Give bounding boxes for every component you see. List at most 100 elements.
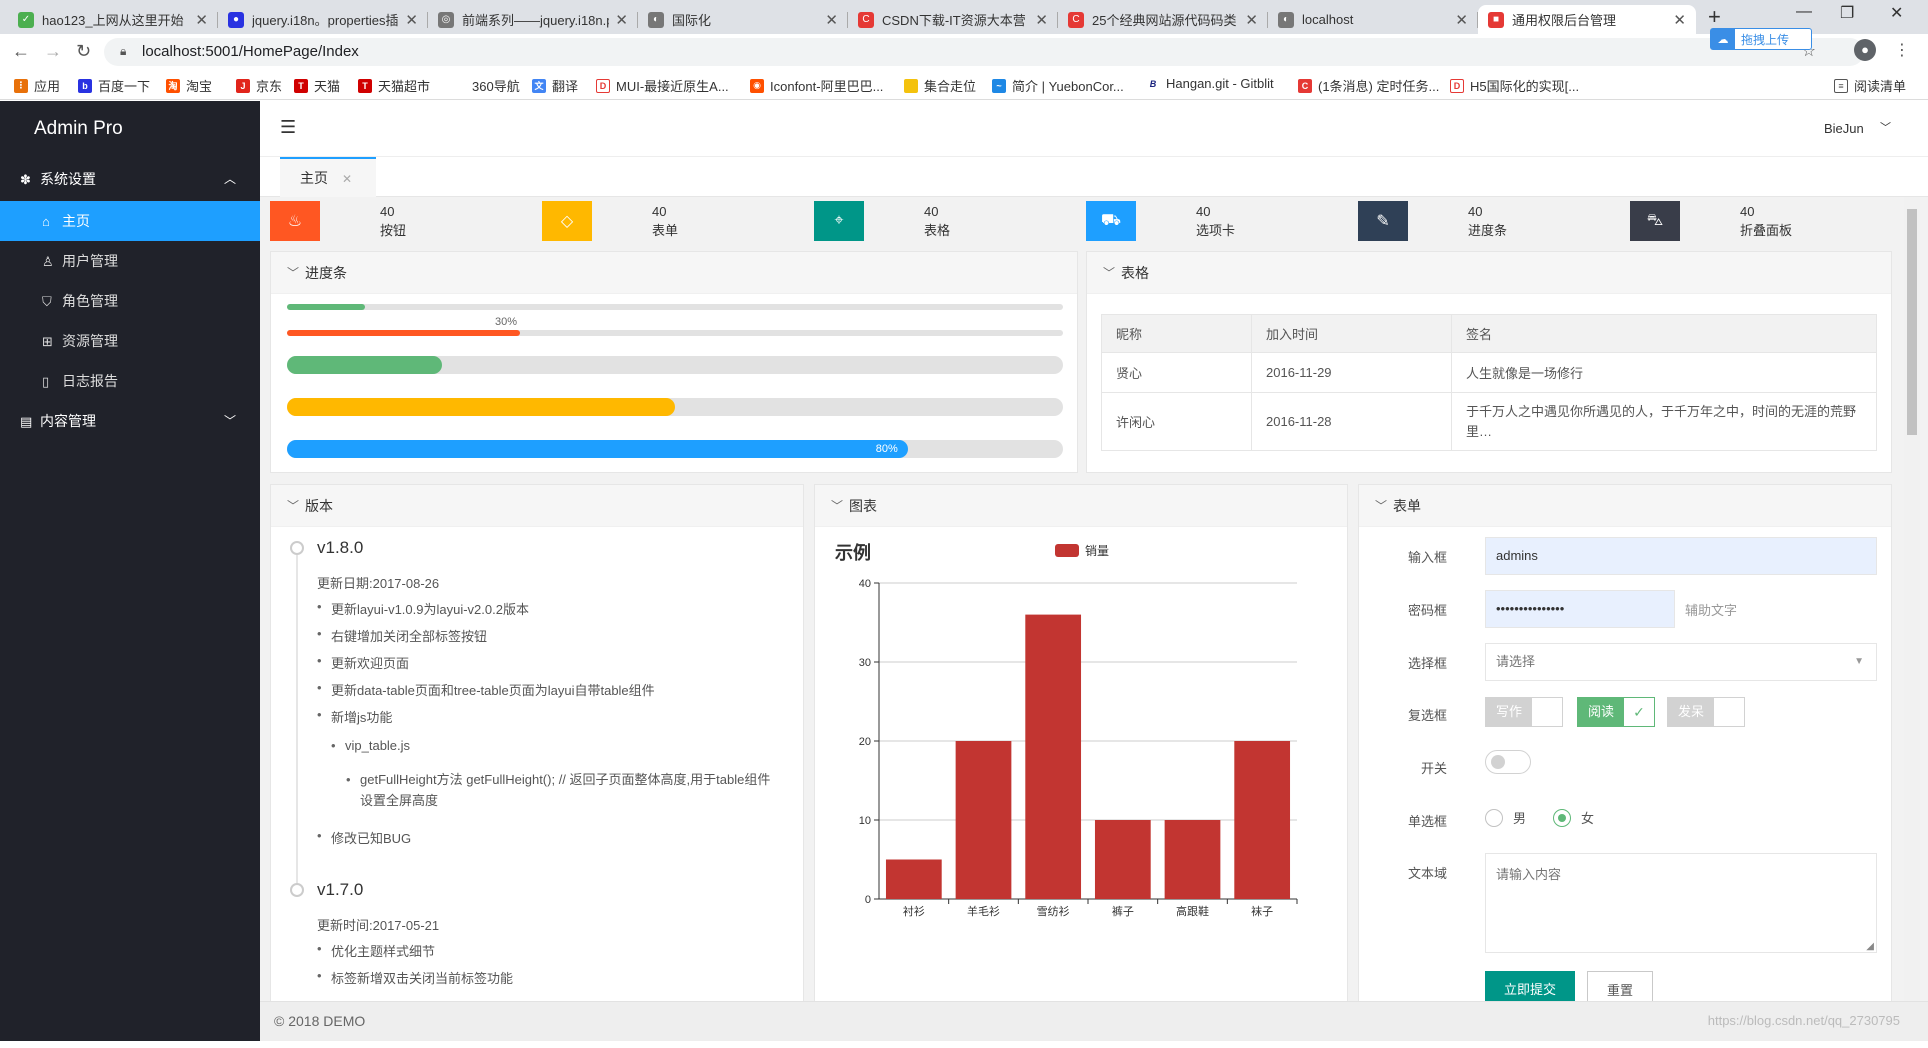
radio-male[interactable]: 男 <box>1485 808 1526 827</box>
chevron-down-icon: ﹀ <box>1103 266 1116 280</box>
browser-tab-active[interactable]: ■ 通用权限后台管理 ✕ <box>1478 5 1696 34</box>
back-arrow-icon[interactable]: ← <box>12 41 30 62</box>
bar <box>1234 741 1291 899</box>
resize-handle-icon[interactable]: ◢ <box>1866 941 1874 952</box>
minimize-button[interactable]: — <box>1796 3 1812 21</box>
checkbox-daydream[interactable]: 发呆 <box>1667 697 1745 727</box>
close-icon[interactable]: ✕ <box>1245 11 1258 29</box>
sidebar-item-logs[interactable]: ▯ 日志报告 <box>0 361 260 401</box>
close-icon[interactable]: ✕ <box>1673 11 1686 29</box>
tab-title: 25个经典网站源代码码类 <box>1092 13 1237 28</box>
bookmark-item[interactable]: 文翻译 <box>532 76 578 95</box>
stat-card[interactable]: ✎ 40 进度条 <box>1358 201 1620 241</box>
baidu-upload-widget[interactable]: ☁ 拖拽上传 <box>1710 28 1812 50</box>
bookmark-item[interactable]: ~ 简介 | YuebonCor... <box>992 76 1124 95</box>
card-header[interactable]: ﹀ 版本 <box>271 485 803 527</box>
bookmark-item[interactable]: b 百度一下 <box>78 76 150 95</box>
checkbox-group: 写作 阅读 ✓ 发呆 <box>1485 697 1785 729</box>
close-window-button[interactable]: ✕ <box>1890 3 1903 23</box>
page-tabs: 主页 ✕ <box>260 157 1928 197</box>
stat-card[interactable]: ◇ 40 表单 <box>542 201 804 241</box>
menu-content-management[interactable]: ▤ 内容管理 ﹀ <box>0 399 260 443</box>
bookmark-item[interactable]: J 京东 <box>236 76 282 95</box>
form-label: 复选框 <box>1407 708 1447 723</box>
sidebar-item-home[interactable]: ⌂ 主页 <box>0 201 260 241</box>
new-tab-button[interactable]: + <box>1708 4 1721 30</box>
select-dropdown[interactable]: 请选择 ▼ <box>1485 643 1877 681</box>
progress-text: 80% <box>875 443 898 455</box>
vertical-scrollbar[interactable] <box>1904 197 1920 1009</box>
version-subitem: getFullHeight方法 getFullHeight(); // 返回子页… <box>346 769 780 811</box>
close-icon[interactable]: ✕ <box>1455 11 1468 29</box>
gear-icon: ✽ <box>20 172 31 187</box>
close-icon[interactable]: ✕ <box>195 11 208 29</box>
reading-list[interactable]: ≡ 阅读清单 <box>1834 76 1906 95</box>
bookmark-item[interactable]: 360导航 <box>452 76 520 95</box>
bookmark-item[interactable]: B Hangan.git - Gitblit <box>1146 76 1274 91</box>
close-icon[interactable]: ✕ <box>1035 11 1048 29</box>
card-header[interactable]: ﹀ 图表 <box>815 485 1347 527</box>
user-menu[interactable]: BieJun <box>1824 121 1864 136</box>
bookmark-label: 应用 <box>34 79 61 94</box>
bookmark-item[interactable]: 集合走位 <box>904 76 976 95</box>
sidebar-item-users[interactable]: ♙ 用户管理 <box>0 241 260 281</box>
checkbox-reading[interactable]: 阅读 ✓ <box>1577 697 1655 727</box>
bookmark-item[interactable]: 淘淘宝 <box>166 76 212 95</box>
tab-home[interactable]: 主页 ✕ <box>280 157 376 197</box>
close-icon[interactable]: ✕ <box>615 11 628 29</box>
close-icon[interactable]: ✕ <box>342 172 352 186</box>
bookmark-item[interactable]: D MUI-最接近原生A... <box>596 76 729 95</box>
stat-card[interactable]: ⌖ 40 表格 <box>814 201 1076 241</box>
forward-arrow-icon[interactable]: → <box>44 41 62 62</box>
reload-icon[interactable]: ↻ <box>76 41 91 62</box>
radio-label: 男 <box>1513 811 1527 826</box>
menu-label: 资源管理 <box>62 333 118 349</box>
card-header[interactable]: ﹀ 进度条 <box>271 252 1077 294</box>
sidebar-item-roles[interactable]: ⛉ 角色管理 <box>0 281 260 321</box>
bookmark-item[interactable]: D H5国际化的实现[... <box>1450 76 1579 95</box>
table-cell: 人生就像是一场修行 <box>1451 352 1877 393</box>
menu-system-settings[interactable]: ✽ 系统设置 ︿ <box>0 157 260 201</box>
stat-card[interactable]: ♨ 40 按钮 <box>270 201 532 241</box>
bookmark-item[interactable]: ◉ Iconfont-阿里巴巴... <box>750 76 883 95</box>
profile-avatar-icon[interactable]: ● <box>1854 39 1876 61</box>
bookmark-item[interactable]: T 天猫 <box>294 76 340 95</box>
stat-card[interactable]: ⛟ 40 选项卡 <box>1086 201 1348 241</box>
browser-tab[interactable]: C 25个经典网站源代码码类 ✕ <box>1058 5 1268 34</box>
bar <box>1094 820 1151 899</box>
close-icon[interactable]: ✕ <box>825 11 838 29</box>
stat-card[interactable]: ⛍ 40 折叠面板 <box>1630 201 1892 241</box>
browser-tab[interactable]: C CSDN下载-IT资源大本营 ✕ <box>848 5 1058 34</box>
card-header[interactable]: ﹀ 表格 <box>1087 252 1891 294</box>
apps-grid-icon: ⋮ <box>14 78 28 93</box>
menu-kebab-icon[interactable]: ⋮ <box>1894 40 1910 60</box>
password-input[interactable]: ••••••••••••••• <box>1485 590 1675 628</box>
checkbox-writing[interactable]: 写作 <box>1485 697 1563 727</box>
bookmark-apps[interactable]: ⋮ 应用 <box>14 76 60 95</box>
card-title: 表格 <box>1121 265 1149 281</box>
radio-female[interactable]: 女 <box>1553 808 1594 827</box>
url-input[interactable]: 🔒︎ localhost:5001/HomePage/Index ☆ <box>104 38 1864 66</box>
bookmark-item[interactable]: T 天猫超市 <box>358 76 430 95</box>
toggle-switch[interactable] <box>1485 750 1531 774</box>
browser-tab[interactable]: ◐ localhost ✕ <box>1268 5 1478 34</box>
browser-tab[interactable]: ◐ 国际化 ✕ <box>638 5 848 34</box>
browser-tab-bar: ✓ hao123_上网从这里开始 ✕ ● jquery.i18n。properties… <box>0 0 1928 34</box>
browser-tab[interactable]: ● jquery.i18n。properties插 ✕ <box>218 5 428 34</box>
card-header[interactable]: ﹀ 表单 <box>1359 485 1891 527</box>
scrollbar-thumb[interactable] <box>1907 209 1917 435</box>
progress-fill <box>287 330 520 336</box>
close-icon[interactable]: ✕ <box>405 11 418 29</box>
textarea[interactable]: 请输入内容 ◢ <box>1485 853 1877 953</box>
bar <box>1164 820 1221 899</box>
collapse-menu-icon[interactable]: ☰ <box>280 117 296 138</box>
list-icon: ▤ <box>20 414 33 429</box>
sidebar-item-resources[interactable]: ⊞ 资源管理 <box>0 321 260 361</box>
text-input[interactable]: admins <box>1485 537 1877 575</box>
bookmark-item[interactable]: C (1条消息) 定时任务... <box>1298 76 1439 95</box>
browser-tab[interactable]: ◎ 前端系列——jquery.i18n.p ✕ <box>428 5 638 34</box>
browser-tab[interactable]: ✓ hao123_上网从这里开始 ✕ <box>8 5 218 34</box>
yuebon-icon: ~ <box>992 78 1006 93</box>
tab-title: jquery.i18n。properties插 <box>252 13 399 28</box>
restore-button[interactable]: ❐ <box>1840 3 1854 23</box>
